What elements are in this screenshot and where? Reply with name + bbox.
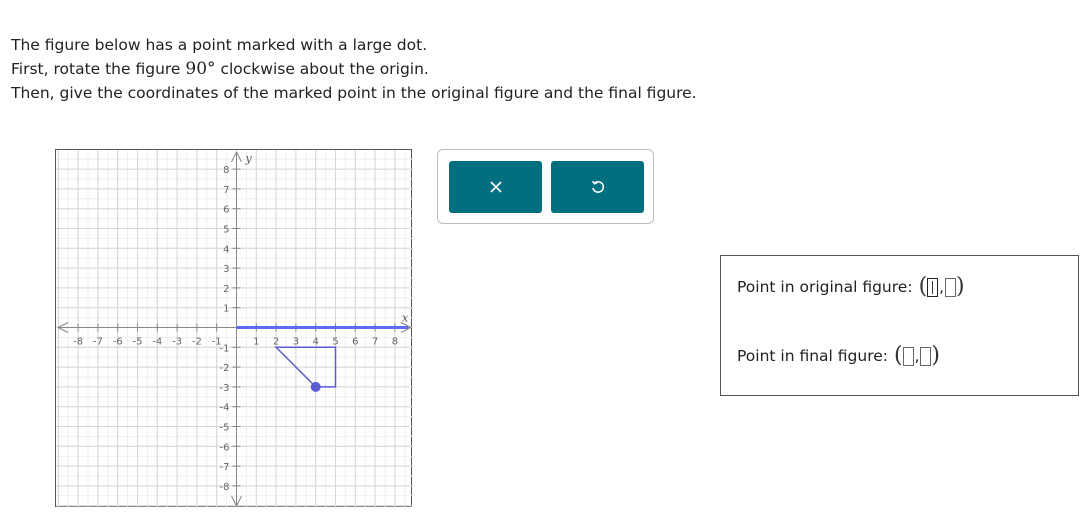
instruction-line-1: The figure below has a point marked with… bbox=[11, 36, 428, 54]
answer-panel: Point in original figure: ( , ) Point in… bbox=[720, 255, 1079, 396]
y-tick-label: 8 bbox=[223, 165, 229, 176]
x-tick-label: -5 bbox=[133, 337, 143, 348]
y-tick-label: -8 bbox=[220, 482, 230, 493]
y-tick-label: 6 bbox=[223, 205, 229, 216]
graph-toolbar bbox=[437, 149, 654, 224]
instructions: The figure below has a point marked with… bbox=[11, 33, 697, 105]
instruction-line-2-pre: First, rotate the figure bbox=[11, 60, 186, 78]
y-axis-label: y bbox=[245, 152, 253, 165]
undo-icon bbox=[591, 180, 604, 193]
instruction-line-3: Then, give the coordinates of the marked… bbox=[11, 84, 697, 102]
marked-point bbox=[310, 381, 321, 392]
y-tick-label: -7 bbox=[220, 462, 230, 473]
y-tick-label: -2 bbox=[220, 363, 230, 374]
x-tick-label: 3 bbox=[293, 337, 299, 348]
original-x-input[interactable] bbox=[927, 277, 939, 297]
instruction-line-2: First, rotate the figure 90° clockwise a… bbox=[11, 57, 697, 81]
y-tick-label: -4 bbox=[220, 403, 230, 414]
final-y-input[interactable] bbox=[920, 346, 932, 366]
close-paren: ) bbox=[955, 274, 965, 299]
x-tick-label: -4 bbox=[152, 337, 162, 348]
y-tick-label: 2 bbox=[223, 284, 229, 295]
x-tick-label: -8 bbox=[73, 337, 83, 348]
x-tick-label: 7 bbox=[372, 337, 378, 348]
undo-button[interactable] bbox=[551, 161, 644, 213]
final-x-input[interactable] bbox=[902, 346, 914, 366]
y-tick-label: -5 bbox=[220, 423, 230, 434]
y-tick-label: -6 bbox=[220, 442, 230, 453]
x-tick-label: 1 bbox=[253, 337, 259, 348]
coordinate-comma: , bbox=[914, 347, 920, 365]
text-caret bbox=[932, 280, 934, 294]
y-tick-label: -3 bbox=[220, 383, 230, 394]
y-tick-label: 5 bbox=[223, 225, 229, 236]
x-tick-label: -2 bbox=[192, 337, 202, 348]
x-icon bbox=[489, 181, 502, 193]
open-paren: ( bbox=[894, 343, 903, 368]
x-tick-label: 8 bbox=[392, 337, 398, 348]
y-tick-label: 1 bbox=[223, 304, 229, 315]
y-tick-label: 4 bbox=[223, 244, 229, 255]
rotation-degrees: 90° bbox=[185, 59, 216, 79]
x-tick-label: -7 bbox=[93, 337, 103, 348]
y-tick-label: 3 bbox=[223, 264, 229, 275]
y-tick-label: 7 bbox=[223, 185, 229, 196]
x-tick-label: 6 bbox=[352, 337, 358, 348]
x-tick-label: 2 bbox=[273, 337, 279, 348]
final-point-label: Point in final figure: bbox=[737, 347, 889, 365]
original-point-label: Point in original figure: bbox=[737, 278, 913, 296]
open-paren: ( bbox=[918, 274, 928, 299]
clear-button[interactable] bbox=[449, 161, 542, 213]
close-paren: ) bbox=[931, 343, 940, 368]
x-tick-label: -6 bbox=[113, 337, 123, 348]
x-tick-label: 5 bbox=[332, 337, 338, 348]
original-point-row: Point in original figure: ( , ) bbox=[737, 276, 965, 298]
coordinate-graph[interactable]: -8 -7 -6 -5 -4 -3 -2 -1 1 2 3 4 5 6 7 8 8 7 6 5 4 3 2 1 -1 -2 -3 -4… bbox=[55, 149, 413, 508]
x-tick-label: 4 bbox=[313, 337, 319, 348]
x-axis-label: x bbox=[402, 312, 409, 325]
original-y-input[interactable] bbox=[944, 277, 956, 297]
final-point-row: Point in final figure: ( , ) bbox=[737, 345, 940, 367]
graph-canvas[interactable]: -8 -7 -6 -5 -4 -3 -2 -1 1 2 3 4 5 6 7 887654321-1-2-3-4… bbox=[56, 150, 413, 508]
coordinate-comma: , bbox=[939, 278, 944, 296]
y-tick-label: -1 bbox=[220, 343, 230, 354]
instruction-line-2-post: clockwise about the origin. bbox=[215, 60, 429, 78]
x-tick-label: -3 bbox=[172, 337, 182, 348]
